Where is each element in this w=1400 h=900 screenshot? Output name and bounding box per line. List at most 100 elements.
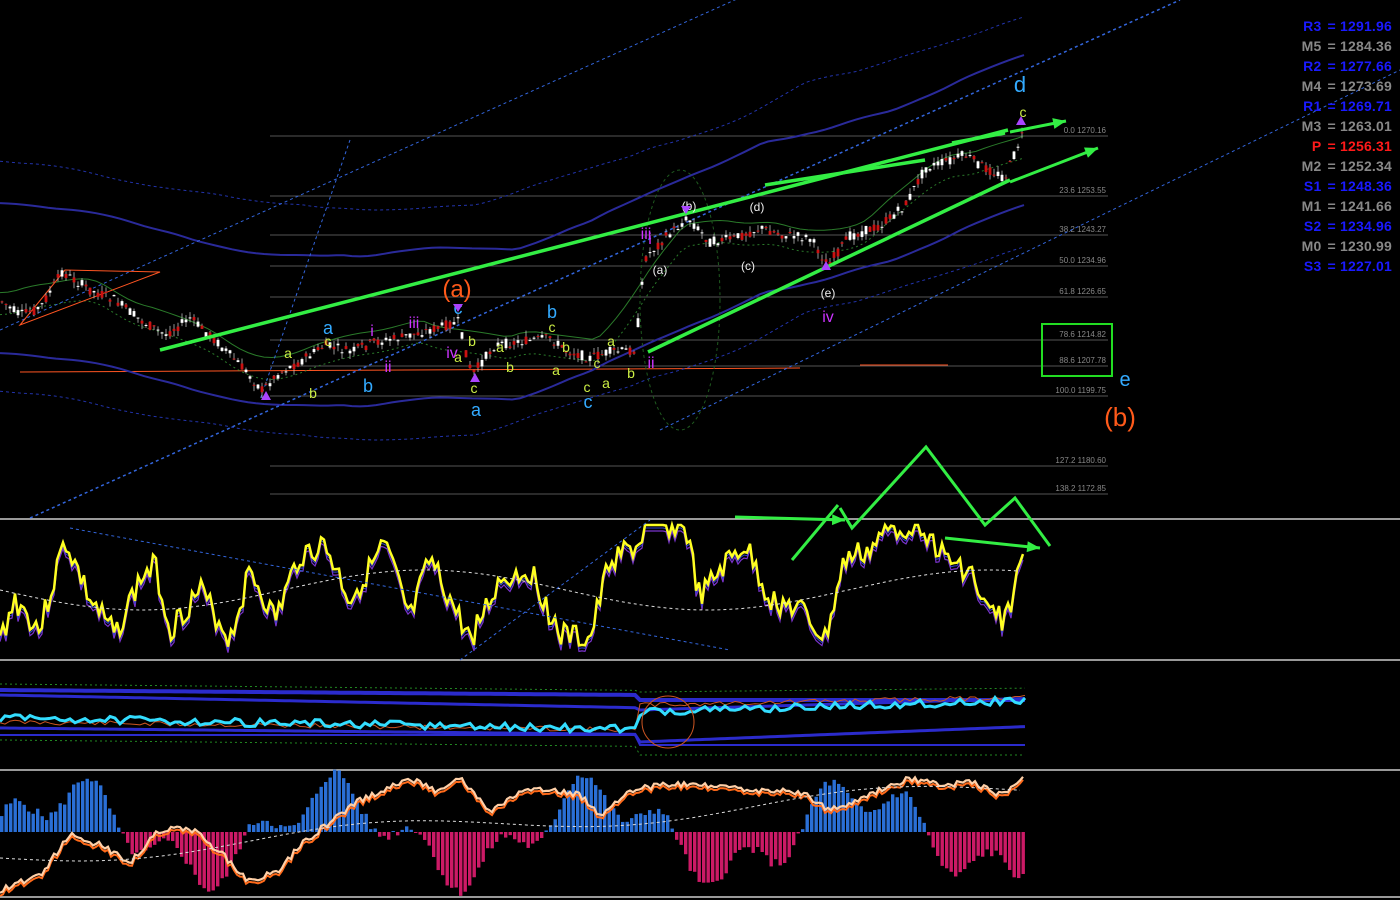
candle-body (140, 320, 144, 324)
histogram-bar (459, 832, 463, 896)
candle-body (128, 308, 132, 315)
candle-body (836, 248, 840, 257)
candle-body (900, 211, 904, 213)
candle-body (104, 291, 108, 293)
histogram-bar (252, 825, 256, 832)
pivot-label: M0 (1301, 238, 1322, 254)
histogram-bar (954, 832, 958, 877)
histogram-bar (976, 832, 980, 856)
histogram-bar (729, 832, 733, 861)
candle-body (176, 326, 180, 332)
candle-body (848, 231, 852, 240)
histogram-bar (715, 832, 719, 881)
wave-label: c (549, 319, 556, 335)
candle-body (652, 250, 656, 252)
candle-body (72, 277, 76, 283)
histogram-bar (45, 820, 49, 832)
candle-body (920, 169, 924, 179)
histogram-bar (112, 814, 116, 832)
wave-label: iv (822, 309, 834, 326)
wave-label: d (1014, 72, 1026, 97)
histogram-bar (891, 794, 895, 832)
candle-body (108, 299, 112, 302)
histogram-bar (238, 832, 242, 850)
histogram-bar (963, 832, 967, 870)
fib-label: 0.0 1270.16 (1064, 126, 1107, 135)
histogram-bar (189, 832, 193, 865)
wave-label: a (284, 345, 292, 361)
histogram-bar (1021, 832, 1025, 874)
histogram-bar (310, 797, 314, 832)
histogram-bar (846, 792, 850, 832)
candle-body (960, 151, 964, 156)
candle-body (536, 336, 540, 338)
histogram-bar (702, 832, 706, 883)
candle-body (984, 165, 988, 173)
candle-body (312, 349, 316, 353)
histogram-bar (598, 789, 602, 832)
candle-body (964, 156, 968, 158)
candle-body (308, 356, 312, 359)
histogram-bar (774, 832, 778, 860)
candle-body (184, 319, 188, 323)
histogram-bar (486, 832, 490, 849)
candle-body (636, 318, 640, 328)
histogram-bar (306, 807, 310, 832)
candle-body (544, 334, 548, 336)
histogram-bar (427, 832, 431, 846)
pivot-value: = 1277.66 (1323, 58, 1392, 74)
candle-body (376, 339, 380, 345)
candle-body (120, 301, 124, 306)
candle-body (240, 363, 244, 370)
histogram-bar (877, 809, 881, 832)
histogram-bar (391, 831, 395, 832)
histogram-bar (895, 797, 899, 832)
wave-label: (b) (1104, 402, 1136, 432)
histogram-bar (558, 809, 562, 832)
candle-body (172, 328, 176, 331)
candle-body (736, 233, 740, 238)
wave-label: b (309, 385, 317, 401)
candle-body (896, 206, 900, 211)
pivot-level-p: P = 1256.31 (1312, 138, 1392, 154)
wave-label: b (468, 333, 476, 349)
histogram-bar (193, 832, 197, 875)
candle-body (528, 340, 532, 342)
histogram-bar (711, 832, 715, 882)
histogram-bar (405, 826, 409, 832)
candle-body (300, 359, 304, 365)
candle-body (320, 347, 324, 349)
candle-body (676, 229, 680, 231)
histogram-bar (387, 832, 391, 840)
histogram-bar (472, 832, 476, 878)
candle-body (352, 346, 356, 352)
histogram-bar (900, 793, 904, 832)
histogram-bar (945, 832, 949, 869)
histogram-bar (751, 832, 755, 853)
histogram-bar (283, 826, 287, 832)
histogram-bar (612, 808, 616, 832)
candle-body (360, 342, 364, 345)
histogram-bar (13, 798, 17, 832)
candle-body (908, 193, 912, 200)
candle-body (148, 321, 152, 330)
pivot-label: S2 (1303, 218, 1322, 234)
candle-body (96, 292, 100, 297)
histogram-bar (9, 803, 13, 832)
histogram-bar (922, 822, 926, 832)
histogram-bar (49, 812, 53, 832)
candle-body (508, 346, 512, 349)
wave-label: (d) (750, 200, 765, 214)
candle-body (628, 347, 632, 355)
candle-body (80, 280, 84, 286)
histogram-bar (990, 832, 994, 857)
candle-body (224, 348, 228, 351)
candle-body (808, 239, 812, 242)
histogram-bar (234, 832, 238, 855)
histogram-bar (810, 804, 814, 832)
candle-body (992, 174, 996, 176)
histogram-bar (270, 825, 274, 832)
pivot-level-m4: M4 = 1273.69 (1302, 78, 1392, 94)
histogram-bar (216, 832, 220, 887)
histogram-bar (949, 832, 953, 872)
